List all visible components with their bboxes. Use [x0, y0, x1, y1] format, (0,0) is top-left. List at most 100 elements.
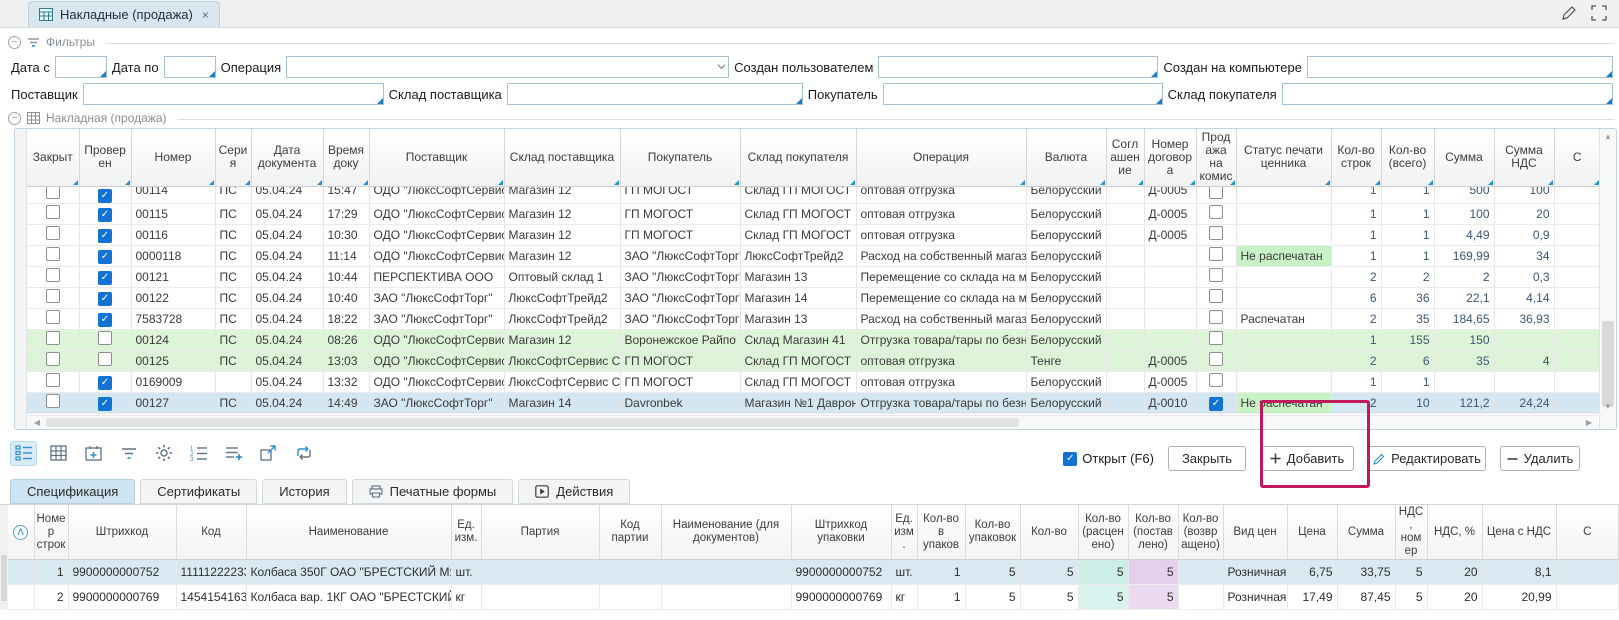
table-row[interactable]: ✓0000118ПС05.04.2411:14ОДО "ЛюксСофтСерв…: [27, 245, 1599, 266]
cell-number[interactable]: 00124: [131, 329, 215, 350]
cell-series[interactable]: ПС: [215, 308, 251, 329]
table-row[interactable]: ✓7583728ПС05.04.2418:22ЗАО "ЛюксСофтТорг…: [27, 308, 1599, 329]
spec-col-code[interactable]: Код: [176, 505, 246, 560]
checkbox-comis[interactable]: [1209, 205, 1223, 219]
cell-qty[interactable]: 1: [1381, 186, 1434, 203]
spec-col-qty-delivered[interactable]: Кол-во (поставлено): [1128, 505, 1178, 560]
checkbox-comis[interactable]: [1209, 310, 1223, 324]
cell-pack_barcode[interactable]: 9900000000752: [791, 560, 891, 585]
view-grid-button[interactable]: [45, 441, 72, 466]
checkbox-comis[interactable]: [1209, 331, 1223, 345]
cell-sum[interactable]: 150: [1434, 329, 1494, 350]
spec-col-line-number[interactable]: Номер строк: [34, 505, 68, 560]
cell-vat_num[interactable]: 5: [1395, 560, 1427, 585]
cell-buyer[interactable]: ГП МОГОСТ: [620, 186, 740, 203]
checkbox-closed[interactable]: [46, 331, 60, 345]
cell-buy_wh[interactable]: Склад Магазин 41: [740, 329, 856, 350]
cell-extra[interactable]: [1554, 392, 1599, 413]
settings-gear-button[interactable]: [150, 441, 177, 466]
col-doc-date[interactable]: Дата документа: [251, 129, 323, 186]
table-row[interactable]: 2990000000076914541541634Колбаса вар. 1К…: [8, 585, 1619, 610]
cell-series[interactable]: ПС: [215, 245, 251, 266]
cell-buyer[interactable]: ЗАО "ЛюксСофтТорг": [620, 287, 740, 308]
created-on-computer-input[interactable]: [1307, 56, 1613, 78]
cell-op[interactable]: Перемещение со склада на магазин: [856, 266, 1026, 287]
cell-extra[interactable]: [1554, 287, 1599, 308]
checkbox-checked[interactable]: ✓: [98, 292, 112, 306]
cell-price_type[interactable]: Розничная (: [1223, 560, 1287, 585]
cell-agr[interactable]: [1106, 224, 1144, 245]
cell-sum[interactable]: 22,1: [1434, 287, 1494, 308]
cell-barcode[interactable]: 9900000000752: [68, 560, 176, 585]
cell-sum[interactable]: 4,49: [1434, 224, 1494, 245]
cell-extra[interactable]: [1554, 203, 1599, 224]
checkbox-checked[interactable]: ✓: [98, 189, 112, 203]
cell-buyer[interactable]: ГП МОГОСТ: [620, 350, 740, 371]
checkbox-comis[interactable]: [1209, 226, 1223, 240]
cell-batch[interactable]: [481, 560, 599, 585]
operation-select[interactable]: [286, 56, 729, 78]
spec-col-qty[interactable]: Кол-во: [1020, 505, 1078, 560]
cell-date[interactable]: 05.04.24: [251, 224, 323, 245]
checkbox-closed[interactable]: [46, 394, 60, 408]
edit-button[interactable]: Редактировать: [1368, 446, 1486, 471]
cell-priced[interactable]: 5: [1078, 585, 1128, 610]
col-buyer-wh[interactable]: Склад покупателя: [740, 129, 856, 186]
cell-vat[interactable]: [1494, 329, 1554, 350]
table-row[interactable]: ✓00121ПС05.04.2410:44ПЕРСПЕКТИВА ООООпто…: [27, 266, 1599, 287]
cell-comis[interactable]: [1196, 329, 1236, 350]
cell-closed[interactable]: [27, 350, 79, 371]
cell-unit[interactable]: шт.: [451, 560, 481, 585]
cell-agr[interactable]: [1106, 392, 1144, 413]
maximize-icon[interactable]: [1591, 5, 1607, 21]
tab-invoices-sale[interactable]: Накладные (продажа) ×: [28, 1, 220, 27]
col-number[interactable]: Номер: [131, 129, 215, 186]
cell-series[interactable]: ПС: [215, 350, 251, 371]
col-sum[interactable]: Сумма: [1434, 129, 1494, 186]
cell-series[interactable]: ПС: [215, 203, 251, 224]
supplier-input[interactable]: [83, 83, 384, 105]
cell-barcode[interactable]: 9900000000769: [68, 585, 176, 610]
checkbox-closed[interactable]: [46, 268, 60, 282]
cell-price[interactable]: 17,49: [1287, 585, 1337, 610]
table-row[interactable]: 00124ПС05.04.2408:26ОДО "ЛюксСофтСервисМ…: [27, 329, 1599, 350]
spec-col-vat-number[interactable]: НДС, номер: [1395, 505, 1427, 560]
cell-sum[interactable]: 87,45: [1337, 585, 1395, 610]
cell-sum[interactable]: [1434, 371, 1494, 392]
add-button[interactable]: Добавить: [1260, 446, 1354, 471]
cell-date[interactable]: 05.04.24: [251, 371, 323, 392]
cell-contract[interactable]: [1144, 308, 1196, 329]
checkbox-closed[interactable]: [46, 186, 60, 199]
checkbox-checked[interactable]: ✓: [98, 397, 112, 411]
cell-number[interactable]: 0000118: [131, 245, 215, 266]
cell-agr[interactable]: [1106, 371, 1144, 392]
tab-close-icon[interactable]: ×: [202, 8, 209, 22]
cell-sup_wh[interactable]: ЛюксСофтТрейд2: [504, 287, 620, 308]
cell-pack_barcode[interactable]: 9900000000769: [791, 585, 891, 610]
cell-qty[interactable]: 1: [1381, 245, 1434, 266]
cell-checked[interactable]: ✓: [79, 266, 131, 287]
cell-supplier[interactable]: ОДО "ЛюксСофтСервис: [369, 186, 504, 203]
cell-time[interactable]: 13:32: [323, 371, 369, 392]
table-row[interactable]: ✓016900905.04.2413:32ОДО "ЛюксСофтСервис…: [27, 371, 1599, 392]
spec-col-unit[interactable]: Ед. изм.: [451, 505, 481, 560]
scroll-up-icon[interactable]: ▲: [1600, 130, 1616, 144]
vertical-scroll-thumb[interactable]: [1602, 321, 1614, 407]
cell-print[interactable]: [1236, 329, 1331, 350]
cell-number[interactable]: 00115: [131, 203, 215, 224]
cell-number[interactable]: 00114: [131, 186, 215, 203]
cell-supplier[interactable]: ОДО "ЛюксСофтСервис: [369, 350, 504, 371]
scroll-left-icon[interactable]: ◀: [30, 416, 44, 429]
cell-contract[interactable]: Д-0005: [1144, 224, 1196, 245]
cell-extra[interactable]: [1556, 585, 1619, 610]
cell-qty[interactable]: 2: [1381, 266, 1434, 287]
cell-code[interactable]: 14541541634: [176, 585, 246, 610]
cell-pack_unit[interactable]: кг: [891, 585, 917, 610]
cell-closed[interactable]: [27, 224, 79, 245]
cell-qty[interactable]: 5: [1020, 560, 1078, 585]
checkbox-comis[interactable]: ✓: [1209, 397, 1223, 411]
cell-comis[interactable]: [1196, 266, 1236, 287]
horizontal-scrollbar[interactable]: ◀ ▶: [28, 415, 1598, 429]
open-f6-checkbox[interactable]: ✓: [1063, 452, 1077, 466]
checkbox-checked[interactable]: ✓: [98, 376, 112, 390]
